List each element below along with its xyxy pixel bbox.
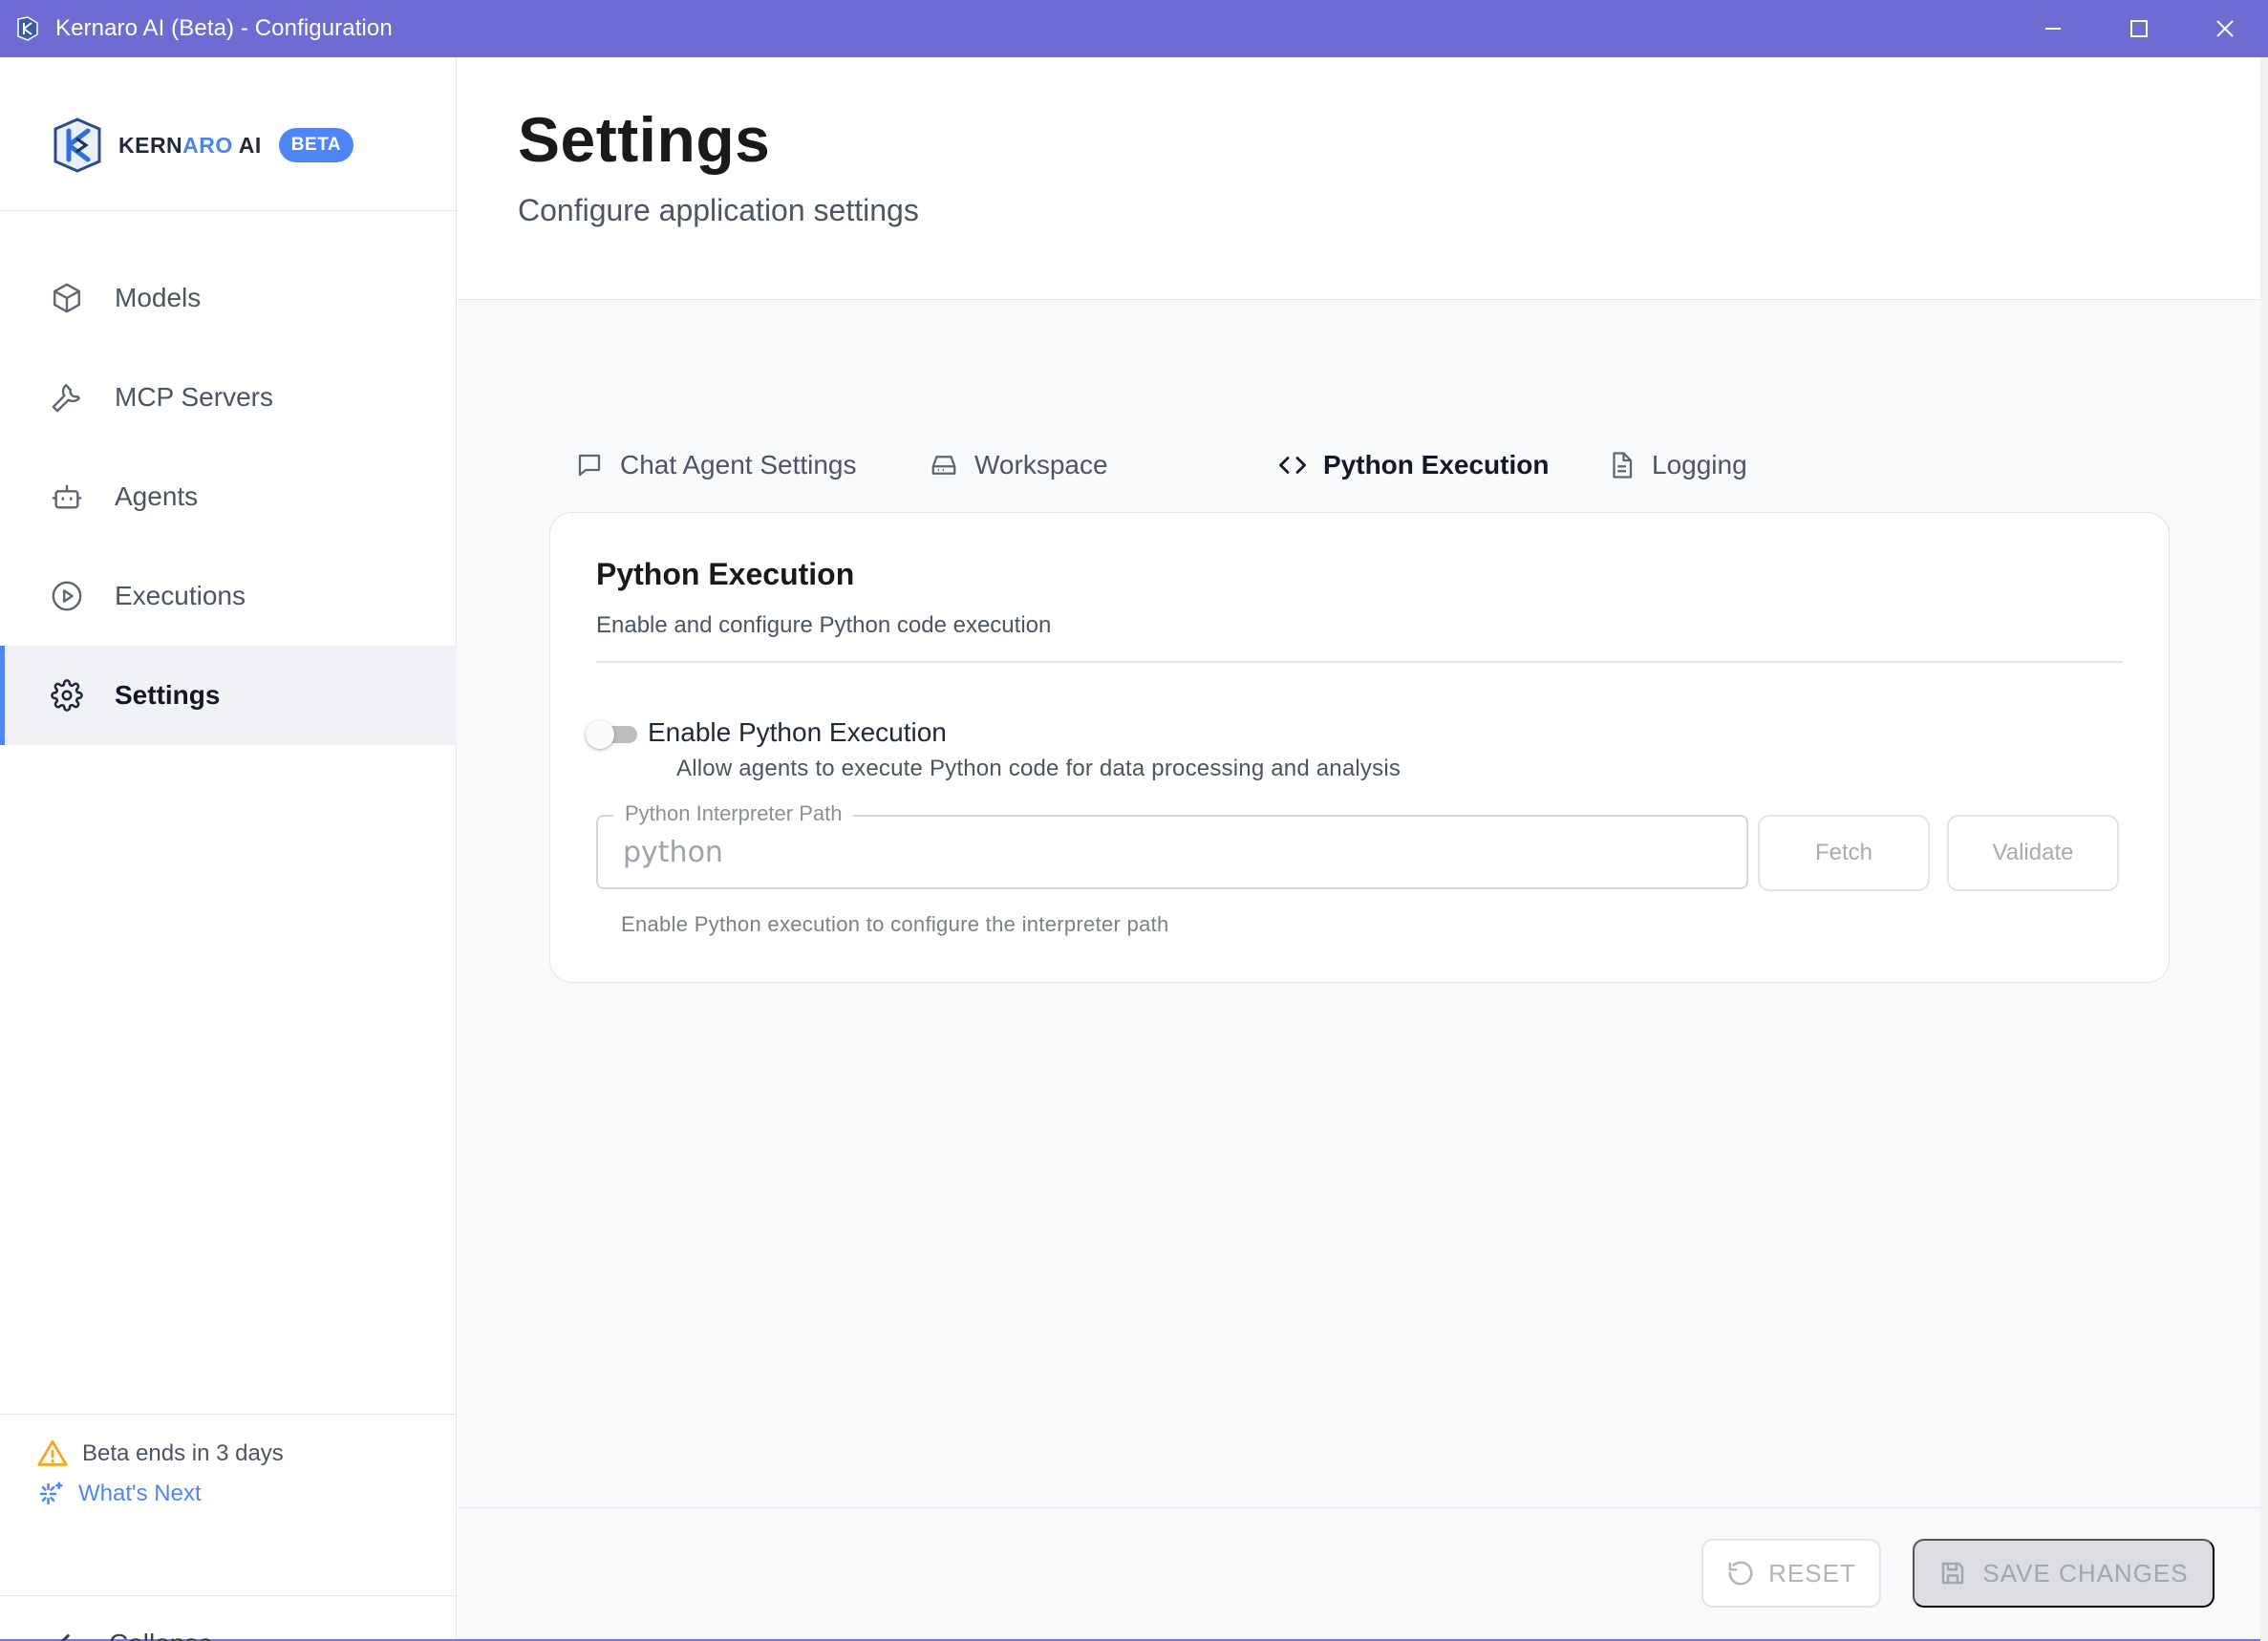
python-execution-card: Python Execution Enable and configure Py… bbox=[549, 512, 2170, 983]
whats-next-link[interactable]: What's Next bbox=[36, 1480, 202, 1508]
collapse-label: Collapse bbox=[109, 1629, 213, 1641]
interpreter-path-input[interactable] bbox=[623, 828, 1722, 876]
sidebar-item-executions[interactable]: Executions bbox=[0, 546, 457, 646]
validate-button[interactable]: Validate bbox=[1947, 815, 2119, 891]
reset-icon bbox=[1728, 1561, 1753, 1586]
cube-icon bbox=[48, 279, 86, 317]
tab-label: Python Execution bbox=[1323, 450, 1550, 480]
tab-logging[interactable]: Logging bbox=[1606, 401, 1747, 529]
enable-python-help: Allow agents to execute Python code for … bbox=[676, 756, 1401, 781]
sidebar-item-label: Executions bbox=[115, 581, 246, 610]
minimize-icon bbox=[2045, 28, 2061, 30]
close-icon bbox=[2216, 20, 2234, 37]
divider bbox=[0, 210, 457, 211]
sidebar-nav: Models MCP Servers Agents Executions Set… bbox=[0, 248, 457, 745]
divider bbox=[596, 661, 2123, 663]
collapse-sidebar-button[interactable]: Collapse bbox=[0, 1595, 457, 1641]
card-title: Python Execution bbox=[596, 557, 855, 591]
enable-python-toggle[interactable] bbox=[582, 715, 643, 752]
save-changes-label: SAVE CHANGES bbox=[1982, 1558, 2189, 1588]
maximize-button[interactable] bbox=[2096, 0, 2182, 57]
reset-button[interactable]: RESET bbox=[1701, 1539, 1881, 1608]
tab-chat-agent-settings[interactable]: Chat Agent Settings bbox=[574, 401, 857, 529]
sidebar-item-label: MCP Servers bbox=[115, 382, 273, 412]
brand-wordmark-accent: ARO bbox=[182, 132, 233, 158]
interpreter-path-helper: Enable Python execution to configure the… bbox=[621, 912, 1169, 936]
kernaro-app-icon bbox=[13, 14, 42, 43]
enable-python-label: Enable Python Execution bbox=[648, 717, 947, 747]
save-icon bbox=[1942, 1562, 1964, 1585]
page-header: Settings Configure application settings bbox=[458, 57, 2260, 300]
maximize-icon bbox=[2130, 20, 2148, 37]
whats-next-label: What's Next bbox=[78, 1481, 202, 1506]
tab-label: Chat Agent Settings bbox=[620, 450, 857, 480]
sidebar-item-label: Agents bbox=[115, 481, 199, 511]
card-description: Enable and configure Python code executi… bbox=[596, 612, 1052, 638]
beta-expiry-text: Beta ends in 3 days bbox=[82, 1440, 284, 1466]
tab-workspace[interactable]: Workspace bbox=[929, 401, 1108, 529]
action-footer: RESET SAVE CHANGES bbox=[458, 1507, 2260, 1639]
brand-wordmark-prefix: KERN bbox=[118, 132, 183, 158]
tab-python-execution[interactable]: Python Execution bbox=[1257, 401, 1580, 531]
sidebar-item-mcp-servers[interactable]: MCP Servers bbox=[0, 348, 457, 447]
sidebar-footer: Beta ends in 3 days What's Next bbox=[0, 1414, 457, 1506]
settings-tabs: Chat Agent Settings Workspace Python Exe… bbox=[549, 401, 2170, 531]
page-title: Settings bbox=[518, 104, 771, 175]
sidebar-item-label: Models bbox=[115, 283, 202, 312]
tab-label: Workspace bbox=[974, 450, 1108, 480]
minimize-button[interactable] bbox=[2010, 0, 2096, 57]
brand-logo: KERN ARO AI BETA bbox=[48, 107, 354, 183]
sidebar-item-agents[interactable]: Agents bbox=[0, 447, 457, 546]
code-icon bbox=[1277, 450, 1308, 480]
beta-expiry-notice: Beta ends in 3 days bbox=[36, 1438, 284, 1470]
sidebar-item-settings[interactable]: Settings bbox=[0, 646, 457, 745]
document-icon bbox=[1606, 450, 1637, 480]
sidebar-item-label: Settings bbox=[115, 680, 221, 710]
drive-icon bbox=[929, 450, 959, 480]
play-circle-icon bbox=[48, 577, 86, 615]
reset-label: RESET bbox=[1768, 1558, 1856, 1588]
save-changes-button[interactable]: SAVE CHANGES bbox=[1913, 1539, 2215, 1608]
sidebar-item-models[interactable]: Models bbox=[0, 248, 457, 348]
desktop-background bbox=[2260, 57, 2268, 1641]
chevron-left-icon bbox=[60, 1633, 70, 1641]
warning-icon bbox=[37, 1439, 68, 1466]
interpreter-path-label: Python Interpreter Path bbox=[613, 801, 854, 826]
window-title: Kernaro AI (Beta) - Configuration bbox=[55, 15, 393, 41]
close-button[interactable] bbox=[2182, 0, 2268, 57]
brand-wordmark-suffix: AI bbox=[238, 132, 262, 158]
main-content: Settings Configure application settings … bbox=[458, 57, 2260, 1639]
gear-icon bbox=[48, 676, 86, 714]
fetch-button[interactable]: Fetch bbox=[1758, 815, 1930, 891]
kernaro-logo-icon bbox=[53, 117, 101, 173]
beta-badge: BETA bbox=[278, 128, 354, 162]
page-subtitle: Configure application settings bbox=[518, 193, 919, 227]
wrench-icon bbox=[48, 378, 86, 416]
brand-wordmark: KERN ARO AI bbox=[118, 133, 262, 159]
interpreter-path-field: Python Interpreter Path bbox=[596, 801, 1748, 889]
robot-icon bbox=[48, 478, 86, 516]
toggle-thumb bbox=[586, 720, 614, 749]
tab-label: Logging bbox=[1652, 450, 1747, 480]
chat-bubble-icon bbox=[574, 450, 605, 480]
window-titlebar: Kernaro AI (Beta) - Configuration bbox=[0, 0, 2268, 57]
sparkles-icon bbox=[39, 1481, 63, 1505]
sidebar: KERN ARO AI BETA Models MCP Servers Agents bbox=[0, 57, 457, 1641]
